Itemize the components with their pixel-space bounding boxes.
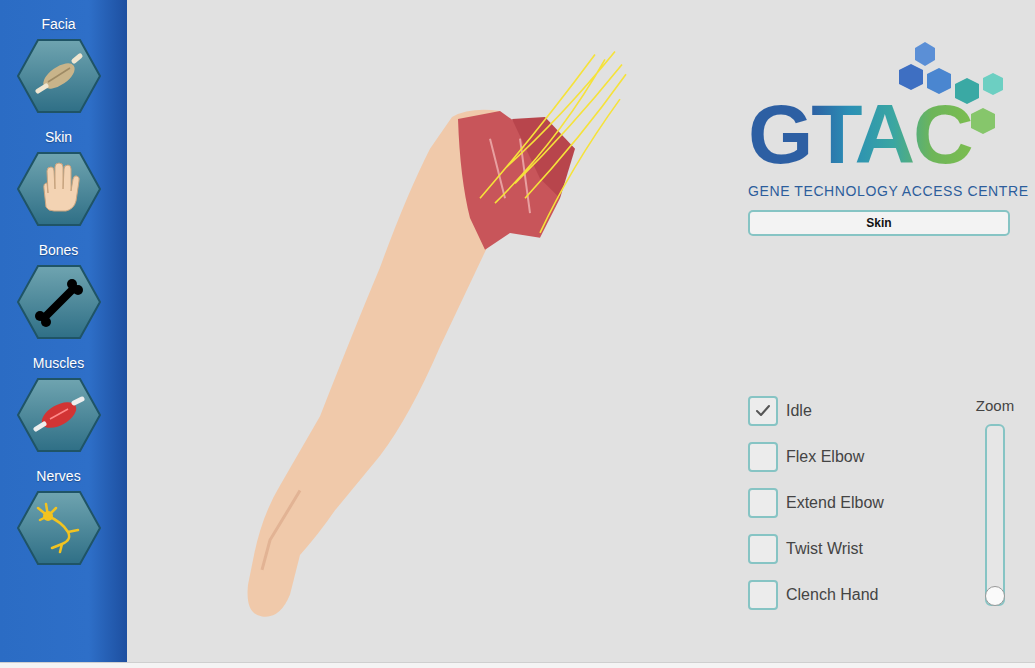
logo-title: GTAC <box>748 90 972 178</box>
checkmark-icon <box>754 402 772 420</box>
sidebar-label: Nerves <box>36 467 80 485</box>
animation-label: Idle <box>786 401 812 421</box>
muscle-icon[interactable] <box>16 375 102 455</box>
animation-option[interactable]: Extend Elbow <box>748 488 884 518</box>
fascia-icon[interactable] <box>16 36 102 116</box>
animation-option[interactable]: Flex Elbow <box>748 442 884 472</box>
zoom-knob[interactable] <box>985 586 1005 606</box>
sidebar: Facia Skin Bones Muscles Nerves <box>0 0 127 662</box>
animation-option[interactable]: Twist Wrist <box>748 534 884 564</box>
arm-model[interactable] <box>127 0 748 662</box>
nerve-icon[interactable] <box>16 488 102 568</box>
checkbox[interactable] <box>748 488 778 518</box>
animation-option[interactable]: Idle <box>748 396 884 426</box>
checkbox[interactable] <box>748 396 778 426</box>
bone-icon[interactable] <box>16 262 102 342</box>
animation-option[interactable]: Clench Hand <box>748 580 884 610</box>
sidebar-label: Skin <box>45 128 72 146</box>
zoom-label: Zoom <box>976 396 1014 416</box>
skin-icon[interactable] <box>16 149 102 229</box>
layer-button[interactable]: Skin <box>748 210 1010 236</box>
control-panel: GTACGENE TECHNOLOGY ACCESS CENTRE Skin Idl… <box>748 0 1010 662</box>
logo-subtitle: GENE TECHNOLOGY ACCESS CENTRE <box>748 182 1029 200</box>
sidebar-item[interactable]: Facia <box>16 15 102 116</box>
sidebar-item[interactable]: Muscles <box>16 354 102 455</box>
model-view[interactable] <box>127 0 748 662</box>
zoom-slider[interactable] <box>985 424 1005 606</box>
checkbox[interactable] <box>748 534 778 564</box>
animation-label: Twist Wrist <box>786 539 863 559</box>
checkbox[interactable] <box>748 442 778 472</box>
zoom-control: Zoom <box>972 396 1018 610</box>
checkbox[interactable] <box>748 580 778 610</box>
sidebar-item[interactable]: Skin <box>16 128 102 229</box>
sidebar-item[interactable]: Nerves <box>16 467 102 568</box>
gtac-logo: GTACGENE TECHNOLOGY ACCESS CENTRE <box>748 40 1010 205</box>
sidebar-label: Facia <box>41 15 75 33</box>
sidebar-label: Muscles <box>33 354 84 372</box>
animation-label: Flex Elbow <box>786 447 864 467</box>
animation-list: Idle Flex Elbow Extend Elbow Twist Wrist Cle… <box>748 396 884 610</box>
animation-label: Extend Elbow <box>786 493 884 513</box>
bottom-bar <box>0 662 1035 668</box>
sidebar-label: Bones <box>39 241 79 259</box>
animation-label: Clench Hand <box>786 585 879 605</box>
sidebar-item[interactable]: Bones <box>16 241 102 342</box>
